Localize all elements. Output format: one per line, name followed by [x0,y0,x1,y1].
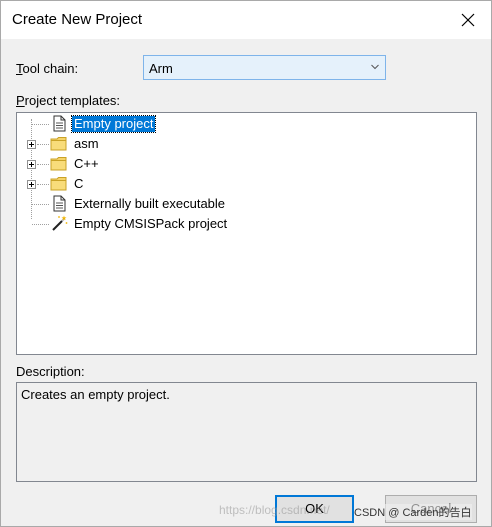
project-templates-tree[interactable]: Empty project asm C++ C Externally built… [16,112,477,355]
tree-item-empty-project[interactable]: Empty project [17,114,457,134]
document-icon [53,195,66,212]
tree-item-cpp[interactable]: C++ [17,154,457,174]
tree-item-label: asm [74,136,99,151]
tree-item-c[interactable]: C [17,174,457,194]
magic-wand-icon [52,215,68,231]
tree-item-asm[interactable]: asm [17,134,457,154]
folder-icon [50,157,67,171]
close-icon [461,13,475,27]
tree-item-label: C++ [74,156,99,171]
project-templates-label-accelerator: P [16,93,25,108]
tree-item-empty-cmsispack[interactable]: Empty CMSISPack project [17,214,457,234]
tool-chain-select[interactable]: Arm [143,55,386,80]
tool-chain-label: Tool chain: [16,61,78,76]
watermark-brand: CSDN @ Carden的告白 [354,504,472,520]
expand-icon[interactable] [27,180,36,189]
description-label: Description: [16,364,85,379]
chevron-down-icon [371,64,379,70]
description-box: Creates an empty project. [16,382,477,482]
description-text: Creates an empty project. [21,387,170,402]
expand-icon[interactable] [27,140,36,149]
tool-chain-value: Arm [149,61,173,76]
create-new-project-dialog: Create New Project Tool chain: Arm Proje… [0,0,492,527]
tree-item-label: C [74,176,84,191]
folder-icon [50,177,67,191]
title-bar: Create New Project [1,1,491,39]
dialog-title: Create New Project [12,11,143,28]
watermark-url: https://blog.csdn.net/ [219,503,330,517]
tree-item-label: Externally built executable [74,196,226,211]
close-button[interactable] [445,1,491,39]
document-icon [53,115,66,132]
project-templates-label-text: roject templates: [24,93,121,108]
project-templates-label: Project templates: [16,93,120,108]
tree-item-externally-built[interactable]: Externally built executable [17,194,457,214]
folder-icon [50,137,67,151]
tool-chain-label-text: ool chain: [22,61,79,76]
tree-item-label: Empty CMSISPack project [74,216,228,231]
tree-item-label: Empty project [70,115,157,133]
expand-icon[interactable] [27,160,36,169]
